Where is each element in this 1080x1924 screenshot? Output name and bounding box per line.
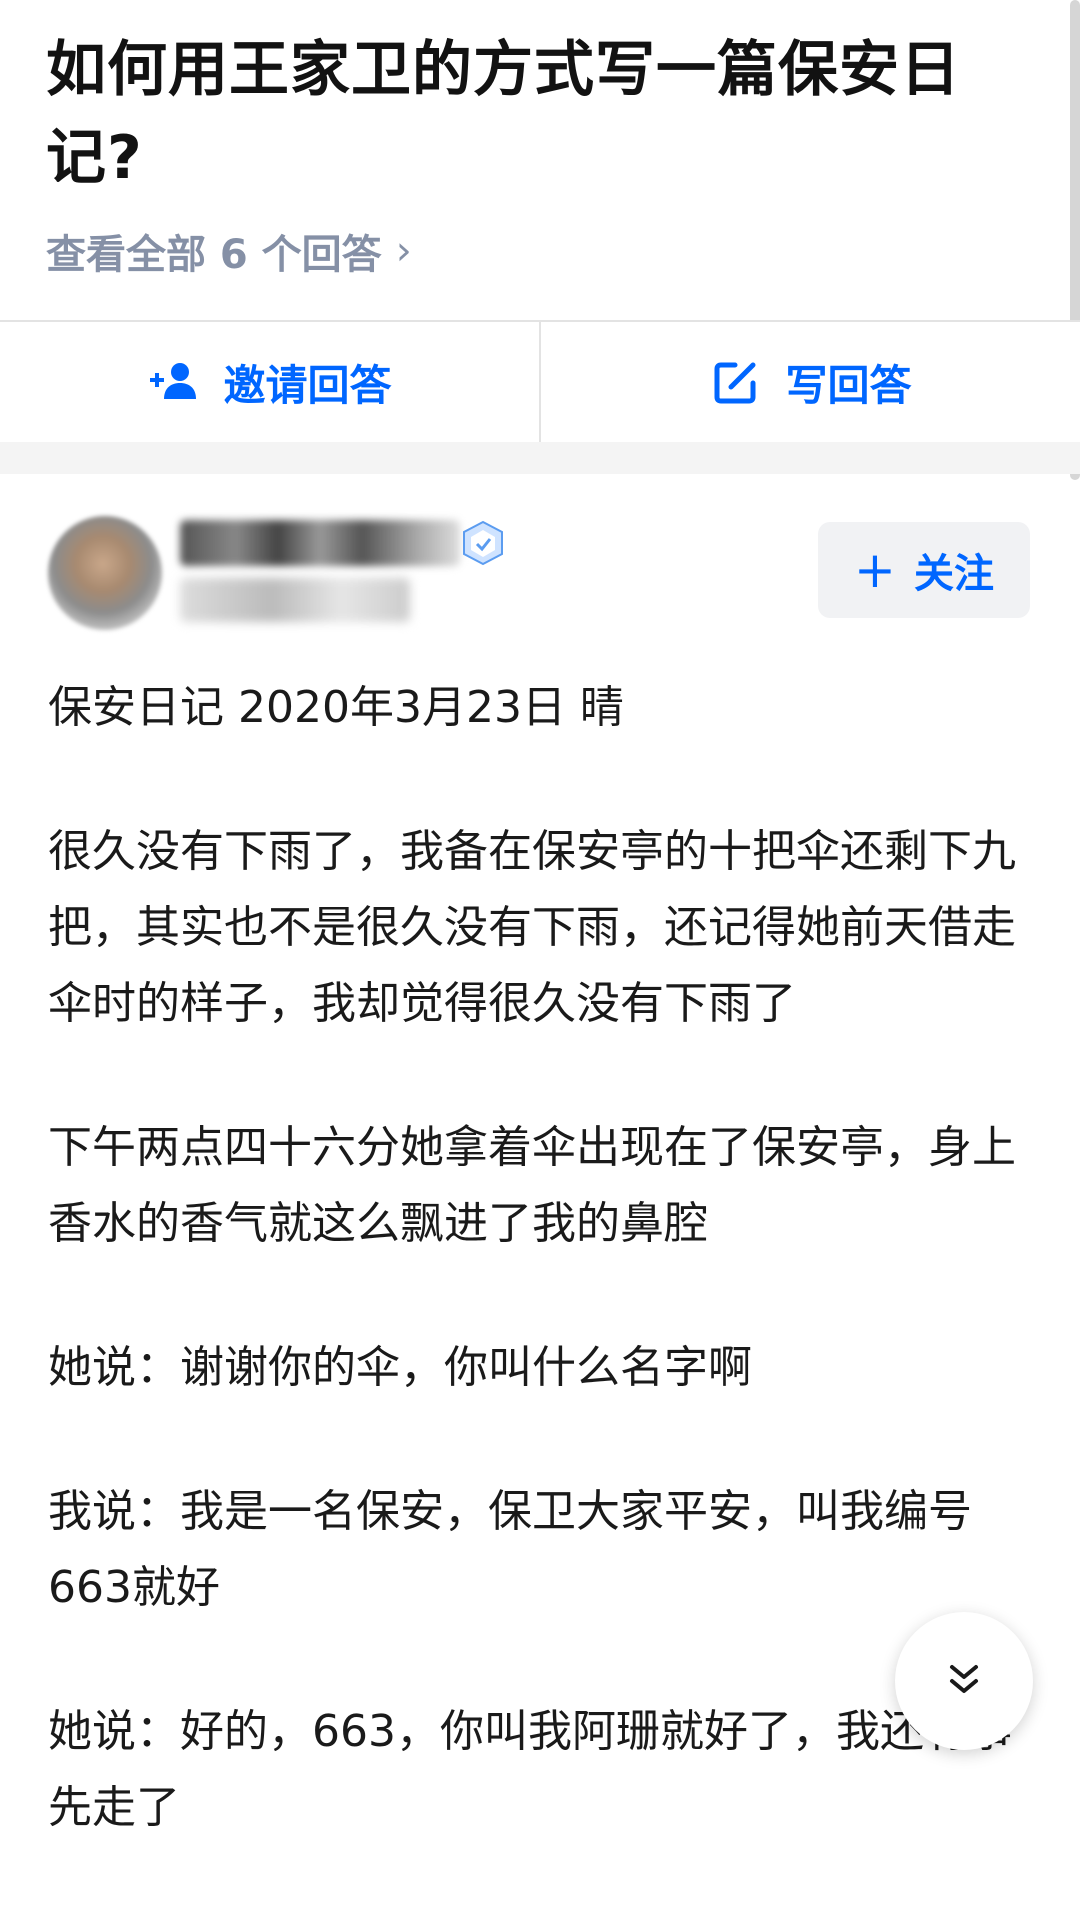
answer-paragraph: 保安日记 2020年3月23日 晴 <box>48 682 624 733</box>
question-action-bar: 邀请回答 写回答 <box>0 320 1080 444</box>
section-gap <box>0 442 1080 474</box>
write-answer-label: 写回答 <box>785 360 912 410</box>
follow-button[interactable]: + 关注 <box>818 522 1030 618</box>
invite-answer-button[interactable]: 邀请回答 <box>0 322 539 442</box>
answer-content: 保安日记 2020年3月23日 晴 很久没有下雨了，我备在保安亭的十把伞还剩下九… <box>48 670 1028 1914</box>
verified-badge-icon <box>460 520 506 566</box>
question-title[interactable]: 如何用王家卫的方式写一篇保安日记? <box>46 26 996 202</box>
edit-icon <box>709 355 763 409</box>
double-chevron-down-icon <box>944 1659 984 1703</box>
answer-author-row: + 关注 <box>0 474 1080 654</box>
answer-paragraph: 她说：谢谢你的伞，你叫什么名字啊 <box>48 1342 752 1393</box>
author-name-redacted[interactable] <box>180 520 460 566</box>
plus-icon: + <box>854 541 896 599</box>
answer-paragraph: 她说：好的，663，你叫我阿珊就好了，我还有事先走了 <box>48 1706 1012 1833</box>
question-header: 如何用王家卫的方式写一篇保安日记? 查看全部 6 个回答 › <box>0 0 1080 320</box>
view-all-answers-link[interactable]: 查看全部 6 个回答 › <box>46 222 412 280</box>
author-bio-redacted <box>180 578 410 622</box>
answer-paragraph: 很久没有下雨了，我备在保安亭的十把伞还剩下九把，其实也不是很久没有下雨，还记得她… <box>48 826 1016 1029</box>
avatar[interactable] <box>48 516 162 630</box>
scroll-down-button[interactable] <box>895 1612 1033 1750</box>
answer-paragraph: 下午两点四十六分她拿着伞出现在了保安亭，身上香水的香气就这么飘进了我的鼻腔 <box>48 1122 1016 1249</box>
chevron-right-icon: › <box>395 228 412 274</box>
answer-paragraph: 我说：我是一名保安，保卫大家平安，叫我编号663就好 <box>48 1486 972 1613</box>
view-all-answers-label: 查看全部 6 个回答 <box>46 232 382 278</box>
follow-label: 关注 <box>913 551 994 597</box>
write-answer-button[interactable]: 写回答 <box>541 322 1080 442</box>
invite-answer-label: 邀请回答 <box>223 360 392 410</box>
add-person-icon <box>147 355 201 409</box>
